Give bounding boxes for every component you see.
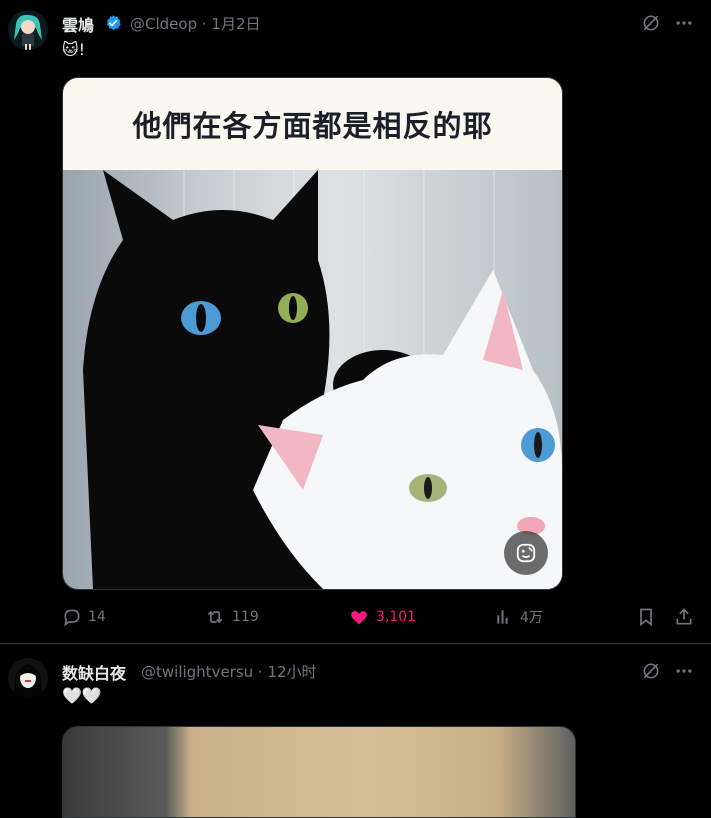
reply-icon [64, 609, 80, 627]
views-count: 4万 [520, 610, 543, 626]
cats-photo[interactable] [63, 170, 562, 589]
author-name[interactable]: 雲鳩 [62, 12, 94, 36]
more-icon[interactable] [673, 660, 695, 682]
retweet-icon [207, 610, 223, 624]
bookmark-button[interactable] [636, 605, 656, 629]
tweet-actions: 14 119 3,101 4万 [62, 605, 702, 629]
like-count: 3,101 [376, 609, 417, 625]
share-icon [676, 608, 692, 625]
bookmark-icon [640, 608, 652, 627]
views-icon [497, 610, 508, 624]
views-button[interactable]: 4万 [494, 605, 543, 629]
more-icon[interactable] [673, 12, 695, 34]
handle-time[interactable]: @Cldeop · 1月2日 [130, 13, 260, 34]
alt-text-icon[interactable] [504, 531, 548, 575]
author-name[interactable]: 数缺白夜 [62, 660, 126, 684]
retweet-button[interactable]: 119 [204, 605, 259, 629]
tweet-media[interactable]: 他們在各方面都是相反的耶 [62, 77, 563, 590]
reply-button[interactable]: 14 [62, 605, 106, 629]
tweet-text: 🐱! [62, 40, 86, 59]
cats-illustration [83, 170, 562, 589]
tweet[interactable]: 雲鳩 @Cldeop · 1月2日 🐱! 他們在各方面都是相反的耶 14 119… [0, 0, 711, 644]
reply-count: 14 [88, 609, 106, 625]
grok-icon[interactable] [640, 12, 662, 34]
handle-time[interactable]: @twilightversu · 12小时 [141, 661, 317, 682]
avatar[interactable] [8, 658, 48, 698]
tweet[interactable]: 数缺白夜 @twilightversu · 12小时 🤍🤍 [0, 644, 711, 818]
avatar[interactable] [8, 10, 48, 50]
like-button[interactable]: 3,101 [348, 605, 416, 629]
retweet-count: 119 [232, 609, 259, 625]
heart-icon [351, 611, 367, 625]
tweet-media[interactable] [62, 726, 576, 818]
verified-badge-icon [104, 14, 122, 32]
meme-caption: 他們在各方面都是相反的耶 [63, 78, 562, 170]
tweet-text: 🤍🤍 [62, 686, 102, 705]
share-button[interactable] [674, 605, 694, 629]
grok-icon[interactable] [640, 660, 662, 682]
